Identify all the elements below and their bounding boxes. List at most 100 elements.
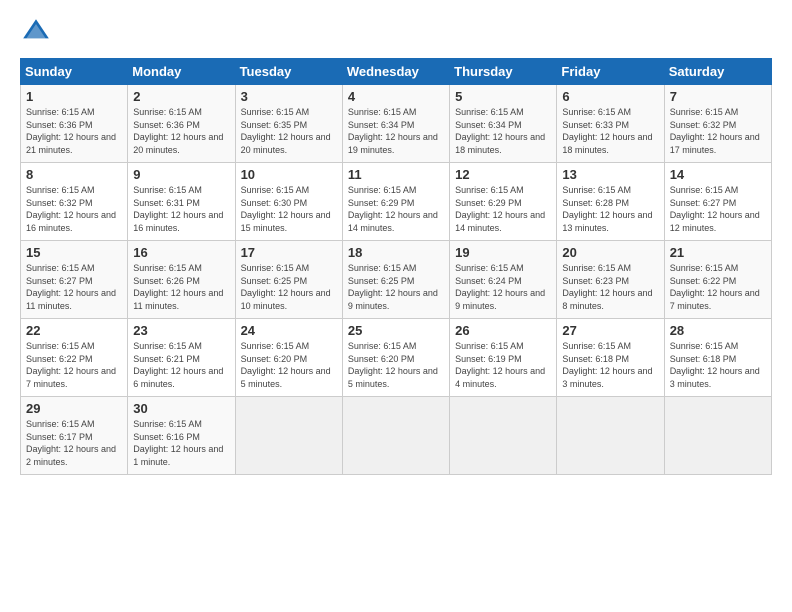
day-info: Sunrise: 6:15 AM Sunset: 6:24 PM Dayligh…	[455, 262, 551, 312]
day-info: Sunrise: 6:15 AM Sunset: 6:23 PM Dayligh…	[562, 262, 658, 312]
day-info: Sunrise: 6:15 AM Sunset: 6:17 PM Dayligh…	[26, 418, 122, 468]
calendar-cell	[235, 397, 342, 475]
day-number: 24	[241, 323, 337, 338]
day-number: 14	[670, 167, 766, 182]
calendar-table: Sunday Monday Tuesday Wednesday Thursday…	[20, 58, 772, 475]
day-info: Sunrise: 6:15 AM Sunset: 6:25 PM Dayligh…	[348, 262, 444, 312]
day-info: Sunrise: 6:15 AM Sunset: 6:19 PM Dayligh…	[455, 340, 551, 390]
calendar-cell: 15 Sunrise: 6:15 AM Sunset: 6:27 PM Dayl…	[21, 241, 128, 319]
logo-icon	[20, 16, 52, 48]
calendar-cell: 27 Sunrise: 6:15 AM Sunset: 6:18 PM Dayl…	[557, 319, 664, 397]
day-info: Sunrise: 6:15 AM Sunset: 6:21 PM Dayligh…	[133, 340, 229, 390]
day-info: Sunrise: 6:15 AM Sunset: 6:29 PM Dayligh…	[348, 184, 444, 234]
day-number: 3	[241, 89, 337, 104]
day-number: 7	[670, 89, 766, 104]
day-info: Sunrise: 6:15 AM Sunset: 6:32 PM Dayligh…	[670, 106, 766, 156]
calendar-cell: 8 Sunrise: 6:15 AM Sunset: 6:32 PM Dayli…	[21, 163, 128, 241]
day-info: Sunrise: 6:15 AM Sunset: 6:26 PM Dayligh…	[133, 262, 229, 312]
day-info: Sunrise: 6:15 AM Sunset: 6:29 PM Dayligh…	[455, 184, 551, 234]
day-info: Sunrise: 6:15 AM Sunset: 6:30 PM Dayligh…	[241, 184, 337, 234]
day-number: 19	[455, 245, 551, 260]
header-thursday: Thursday	[450, 59, 557, 85]
day-number: 29	[26, 401, 122, 416]
day-info: Sunrise: 6:15 AM Sunset: 6:27 PM Dayligh…	[670, 184, 766, 234]
day-info: Sunrise: 6:15 AM Sunset: 6:18 PM Dayligh…	[562, 340, 658, 390]
calendar-cell: 1 Sunrise: 6:15 AM Sunset: 6:36 PM Dayli…	[21, 85, 128, 163]
day-number: 12	[455, 167, 551, 182]
calendar-cell	[450, 397, 557, 475]
header-wednesday: Wednesday	[342, 59, 449, 85]
day-info: Sunrise: 6:15 AM Sunset: 6:33 PM Dayligh…	[562, 106, 658, 156]
day-number: 9	[133, 167, 229, 182]
day-info: Sunrise: 6:15 AM Sunset: 6:34 PM Dayligh…	[348, 106, 444, 156]
day-info: Sunrise: 6:15 AM Sunset: 6:20 PM Dayligh…	[348, 340, 444, 390]
calendar-cell: 16 Sunrise: 6:15 AM Sunset: 6:26 PM Dayl…	[128, 241, 235, 319]
day-number: 13	[562, 167, 658, 182]
calendar-week-row: 15 Sunrise: 6:15 AM Sunset: 6:27 PM Dayl…	[21, 241, 772, 319]
day-number: 4	[348, 89, 444, 104]
day-number: 16	[133, 245, 229, 260]
calendar-week-row: 29 Sunrise: 6:15 AM Sunset: 6:17 PM Dayl…	[21, 397, 772, 475]
day-number: 2	[133, 89, 229, 104]
day-info: Sunrise: 6:15 AM Sunset: 6:35 PM Dayligh…	[241, 106, 337, 156]
day-number: 5	[455, 89, 551, 104]
calendar-cell: 9 Sunrise: 6:15 AM Sunset: 6:31 PM Dayli…	[128, 163, 235, 241]
calendar-cell	[342, 397, 449, 475]
header-friday: Friday	[557, 59, 664, 85]
calendar-cell: 26 Sunrise: 6:15 AM Sunset: 6:19 PM Dayl…	[450, 319, 557, 397]
header-sunday: Sunday	[21, 59, 128, 85]
calendar-cell: 13 Sunrise: 6:15 AM Sunset: 6:28 PM Dayl…	[557, 163, 664, 241]
day-number: 30	[133, 401, 229, 416]
calendar-cell: 23 Sunrise: 6:15 AM Sunset: 6:21 PM Dayl…	[128, 319, 235, 397]
calendar-cell: 29 Sunrise: 6:15 AM Sunset: 6:17 PM Dayl…	[21, 397, 128, 475]
calendar-page: Sunday Monday Tuesday Wednesday Thursday…	[0, 0, 792, 612]
day-number: 15	[26, 245, 122, 260]
calendar-cell: 20 Sunrise: 6:15 AM Sunset: 6:23 PM Dayl…	[557, 241, 664, 319]
calendar-cell: 28 Sunrise: 6:15 AM Sunset: 6:18 PM Dayl…	[664, 319, 771, 397]
day-number: 22	[26, 323, 122, 338]
weekday-header-row: Sunday Monday Tuesday Wednesday Thursday…	[21, 59, 772, 85]
day-info: Sunrise: 6:15 AM Sunset: 6:34 PM Dayligh…	[455, 106, 551, 156]
calendar-cell	[557, 397, 664, 475]
day-number: 6	[562, 89, 658, 104]
day-info: Sunrise: 6:15 AM Sunset: 6:27 PM Dayligh…	[26, 262, 122, 312]
calendar-week-row: 1 Sunrise: 6:15 AM Sunset: 6:36 PM Dayli…	[21, 85, 772, 163]
calendar-week-row: 8 Sunrise: 6:15 AM Sunset: 6:32 PM Dayli…	[21, 163, 772, 241]
calendar-cell: 6 Sunrise: 6:15 AM Sunset: 6:33 PM Dayli…	[557, 85, 664, 163]
calendar-cell: 4 Sunrise: 6:15 AM Sunset: 6:34 PM Dayli…	[342, 85, 449, 163]
day-number: 21	[670, 245, 766, 260]
day-info: Sunrise: 6:15 AM Sunset: 6:22 PM Dayligh…	[670, 262, 766, 312]
calendar-cell: 24 Sunrise: 6:15 AM Sunset: 6:20 PM Dayl…	[235, 319, 342, 397]
day-number: 20	[562, 245, 658, 260]
day-info: Sunrise: 6:15 AM Sunset: 6:36 PM Dayligh…	[133, 106, 229, 156]
day-info: Sunrise: 6:15 AM Sunset: 6:22 PM Dayligh…	[26, 340, 122, 390]
calendar-cell: 17 Sunrise: 6:15 AM Sunset: 6:25 PM Dayl…	[235, 241, 342, 319]
calendar-cell: 11 Sunrise: 6:15 AM Sunset: 6:29 PM Dayl…	[342, 163, 449, 241]
calendar-cell: 21 Sunrise: 6:15 AM Sunset: 6:22 PM Dayl…	[664, 241, 771, 319]
day-info: Sunrise: 6:15 AM Sunset: 6:18 PM Dayligh…	[670, 340, 766, 390]
day-number: 27	[562, 323, 658, 338]
calendar-cell: 12 Sunrise: 6:15 AM Sunset: 6:29 PM Dayl…	[450, 163, 557, 241]
calendar-cell: 22 Sunrise: 6:15 AM Sunset: 6:22 PM Dayl…	[21, 319, 128, 397]
calendar-cell: 7 Sunrise: 6:15 AM Sunset: 6:32 PM Dayli…	[664, 85, 771, 163]
day-info: Sunrise: 6:15 AM Sunset: 6:25 PM Dayligh…	[241, 262, 337, 312]
day-info: Sunrise: 6:15 AM Sunset: 6:20 PM Dayligh…	[241, 340, 337, 390]
day-number: 18	[348, 245, 444, 260]
logo	[20, 16, 58, 48]
calendar-cell: 30 Sunrise: 6:15 AM Sunset: 6:16 PM Dayl…	[128, 397, 235, 475]
calendar-cell: 5 Sunrise: 6:15 AM Sunset: 6:34 PM Dayli…	[450, 85, 557, 163]
header-saturday: Saturday	[664, 59, 771, 85]
calendar-cell: 25 Sunrise: 6:15 AM Sunset: 6:20 PM Dayl…	[342, 319, 449, 397]
day-number: 28	[670, 323, 766, 338]
day-number: 10	[241, 167, 337, 182]
calendar-cell: 3 Sunrise: 6:15 AM Sunset: 6:35 PM Dayli…	[235, 85, 342, 163]
day-number: 23	[133, 323, 229, 338]
day-number: 17	[241, 245, 337, 260]
day-number: 11	[348, 167, 444, 182]
calendar-cell: 19 Sunrise: 6:15 AM Sunset: 6:24 PM Dayl…	[450, 241, 557, 319]
header-monday: Monday	[128, 59, 235, 85]
day-number: 26	[455, 323, 551, 338]
day-info: Sunrise: 6:15 AM Sunset: 6:28 PM Dayligh…	[562, 184, 658, 234]
day-number: 25	[348, 323, 444, 338]
day-info: Sunrise: 6:15 AM Sunset: 6:36 PM Dayligh…	[26, 106, 122, 156]
